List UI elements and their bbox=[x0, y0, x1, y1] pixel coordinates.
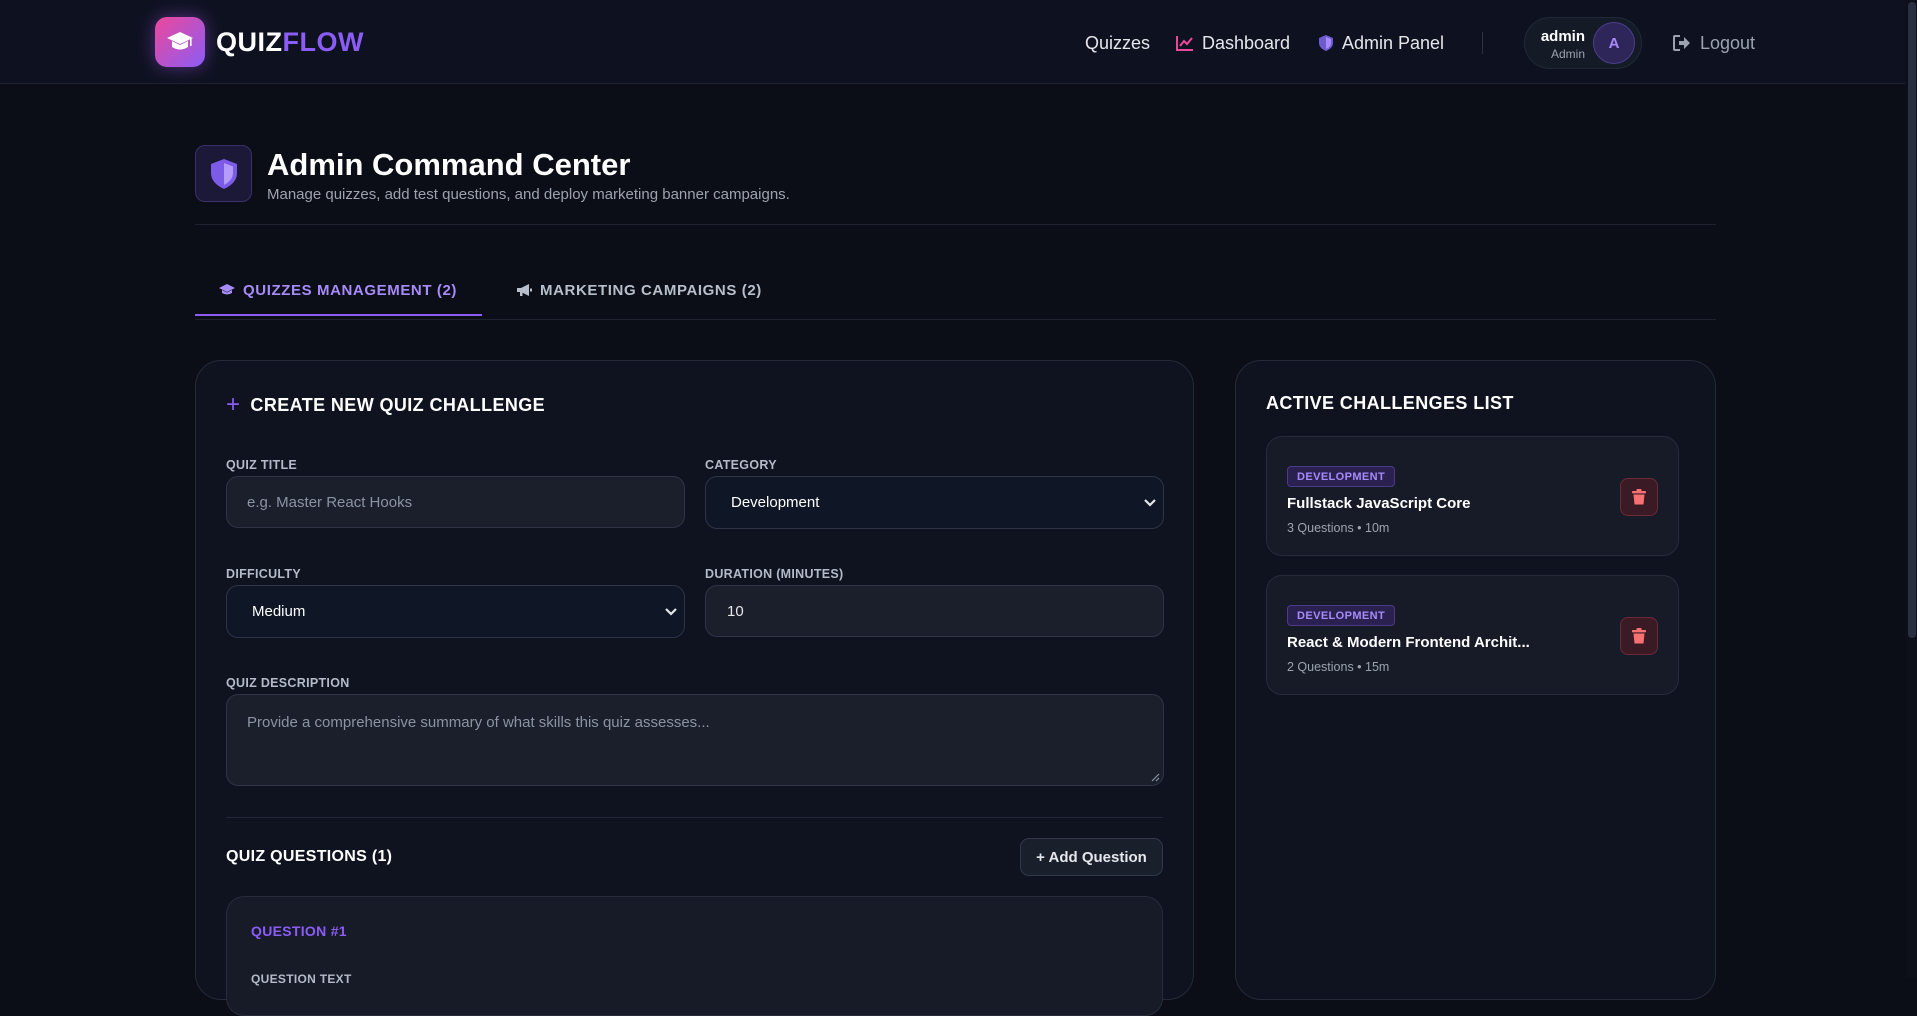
duration-value: 10 bbox=[727, 602, 744, 620]
user-role: Admin bbox=[1550, 47, 1585, 61]
delete-challenge-button[interactable] bbox=[1620, 617, 1658, 655]
shield-icon bbox=[1319, 35, 1333, 51]
megaphone-icon bbox=[517, 284, 532, 296]
nav-quizzes[interactable]: Quizzes bbox=[1085, 28, 1150, 58]
challenge-title: React & Modern Frontend Archit... bbox=[1287, 634, 1530, 651]
nav-dashboard-label: Dashboard bbox=[1202, 32, 1291, 53]
user-menu[interactable]: admin Admin A bbox=[1524, 17, 1642, 69]
category-badge: DEVELOPMENT bbox=[1287, 605, 1396, 626]
create-quiz-title: CREATE NEW QUIZ CHALLENGE bbox=[250, 394, 546, 415]
duration-label: DURATION (MINUTES) bbox=[705, 567, 844, 581]
graduation-cap-icon bbox=[219, 284, 235, 295]
category-selected: Development bbox=[731, 494, 820, 511]
quiz-questions-heading: QUIZ QUESTIONS (1) bbox=[226, 848, 393, 865]
quiz-title-label: QUIZ TITLE bbox=[226, 458, 298, 472]
nav-admin-label: Admin Panel bbox=[1342, 32, 1445, 53]
divider bbox=[195, 224, 1716, 225]
top-navbar: QUIZFLOW Quizzes Dashboard Admin Panel a… bbox=[0, 0, 1917, 84]
nav-separator bbox=[1482, 32, 1483, 54]
brand-name-part2: FLOW bbox=[282, 26, 364, 57]
page-scrollbar-thumb[interactable] bbox=[1908, 2, 1916, 638]
tab-quizzes-management[interactable]: QUIZZES MANAGEMENT (2) bbox=[219, 279, 457, 301]
quiz-title-placeholder: e.g. Master React Hooks bbox=[247, 493, 413, 511]
plus-icon: + bbox=[226, 391, 241, 418]
user-name: admin bbox=[1540, 28, 1585, 45]
tab-marketing-campaigns[interactable]: MARKETING CAMPAIGNS (2) bbox=[516, 279, 762, 301]
description-placeholder: Provide a comprehensive summary of what … bbox=[247, 714, 710, 731]
difficulty-select[interactable]: Medium bbox=[226, 585, 685, 638]
list-item: DEVELOPMENT Fullstack JavaScript Core 3 … bbox=[1266, 436, 1679, 556]
question-number-label: QUESTION #1 bbox=[251, 923, 347, 939]
logout-label: Logout bbox=[1700, 32, 1756, 53]
create-quiz-heading: + CREATE NEW QUIZ CHALLENGE bbox=[226, 393, 545, 417]
challenge-meta: 2 Questions • 15m bbox=[1287, 660, 1390, 674]
quiz-title-input[interactable]: e.g. Master React Hooks bbox=[226, 476, 685, 528]
difficulty-label: DIFFICULTY bbox=[226, 567, 301, 581]
brand[interactable]: QUIZFLOW bbox=[155, 17, 364, 67]
brand-name: QUIZFLOW bbox=[216, 27, 364, 58]
trash-icon bbox=[1632, 628, 1646, 644]
category-select[interactable]: Development bbox=[705, 476, 1164, 529]
chart-line-icon bbox=[1176, 36, 1193, 51]
question-card bbox=[226, 896, 1163, 1016]
active-tab-indicator bbox=[195, 314, 482, 316]
description-textarea[interactable]: Provide a comprehensive summary of what … bbox=[226, 694, 1164, 786]
tab-quizzes-label: QUIZZES MANAGEMENT (2) bbox=[243, 281, 458, 299]
active-challenges-title: ACTIVE CHALLENGES LIST bbox=[1266, 393, 1514, 413]
question-text-label: QUESTION TEXT bbox=[251, 972, 352, 986]
nav-dashboard[interactable]: Dashboard bbox=[1176, 28, 1290, 58]
logout-button[interactable]: Logout bbox=[1673, 28, 1755, 58]
category-label: CATEGORY bbox=[705, 458, 777, 472]
resize-handle-icon[interactable] bbox=[1151, 773, 1160, 782]
challenge-meta: 3 Questions • 10m bbox=[1287, 521, 1390, 535]
tab-campaigns-label: MARKETING CAMPAIGNS (2) bbox=[540, 281, 762, 299]
delete-challenge-button[interactable] bbox=[1620, 478, 1658, 516]
divider bbox=[226, 817, 1163, 818]
duration-input[interactable]: 10 bbox=[705, 585, 1164, 637]
page-title: Admin Command Center bbox=[267, 147, 631, 182]
chevron-down-icon bbox=[665, 607, 677, 616]
nav-admin-panel[interactable]: Admin Panel bbox=[1318, 28, 1444, 58]
sign-out-icon bbox=[1673, 35, 1690, 51]
chevron-down-icon bbox=[1144, 498, 1156, 507]
tabs-baseline bbox=[195, 319, 1716, 320]
list-item: DEVELOPMENT React & Modern Frontend Arch… bbox=[1266, 575, 1679, 695]
page-subtitle: Manage quizzes, add test questions, and … bbox=[267, 186, 790, 203]
add-question-button[interactable]: + Add Question bbox=[1020, 838, 1163, 876]
challenge-title: Fullstack JavaScript Core bbox=[1287, 495, 1471, 512]
description-label: QUIZ DESCRIPTION bbox=[226, 676, 350, 690]
difficulty-selected: Medium bbox=[252, 603, 306, 620]
nav-quizzes-label: Quizzes bbox=[1085, 32, 1151, 53]
brand-name-part1: QUIZ bbox=[216, 26, 283, 57]
avatar: A bbox=[1593, 22, 1635, 64]
category-badge: DEVELOPMENT bbox=[1287, 466, 1396, 487]
trash-icon bbox=[1632, 489, 1646, 505]
graduation-cap-icon bbox=[155, 17, 205, 67]
shield-icon bbox=[195, 145, 252, 202]
